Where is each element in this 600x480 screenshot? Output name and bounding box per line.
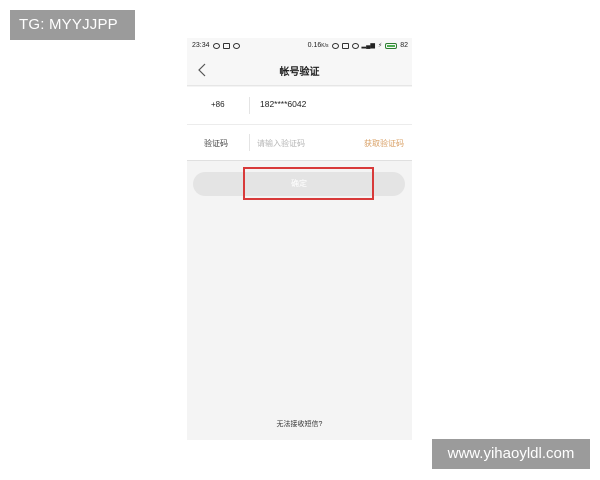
confirm-button[interactable]: 确定	[193, 172, 405, 196]
wifi-icon	[232, 42, 240, 49]
page-title: 帐号验证	[279, 67, 320, 78]
phone-screen: 23:34 0.16K/s ▂▄▆ ⚡ 82 帐号验证 +86 182****6…	[187, 38, 412, 440]
phone-row: +86 182****6042	[187, 87, 412, 125]
code-label: 验证码	[204, 139, 228, 148]
divider	[249, 134, 250, 151]
battery-icon	[385, 42, 398, 49]
image-icon	[222, 42, 230, 49]
watermark-top: TG: MYYJJPP	[10, 10, 135, 40]
notification-icon	[212, 42, 220, 49]
divider	[249, 97, 250, 114]
status-time: 23:34	[192, 42, 210, 49]
cannot-receive-sms-link[interactable]: 无法接收短信?	[187, 419, 412, 429]
battery-level: 82	[400, 42, 408, 49]
get-code-button[interactable]: 获取验证码	[364, 138, 404, 149]
status-bar: 23:34 0.16K/s ▂▄▆ ⚡ 82	[187, 38, 412, 54]
alarm-icon	[351, 42, 359, 49]
verification-code-input[interactable]	[257, 134, 341, 152]
watermark-bottom: www.yihaoyldl.com	[432, 439, 590, 469]
headphone-icon	[331, 42, 339, 49]
code-row: 验证码 获取验证码	[187, 125, 412, 161]
mute-icon	[341, 42, 349, 49]
signal-icon: ▂▄▆	[361, 43, 375, 49]
charging-icon: ⚡	[377, 43, 383, 49]
phone-number: 182****6042	[260, 99, 307, 109]
network-speed: 0.16K/s	[307, 42, 329, 49]
country-code: +86	[211, 100, 225, 109]
nav-bar: 帐号验证	[187, 54, 412, 86]
